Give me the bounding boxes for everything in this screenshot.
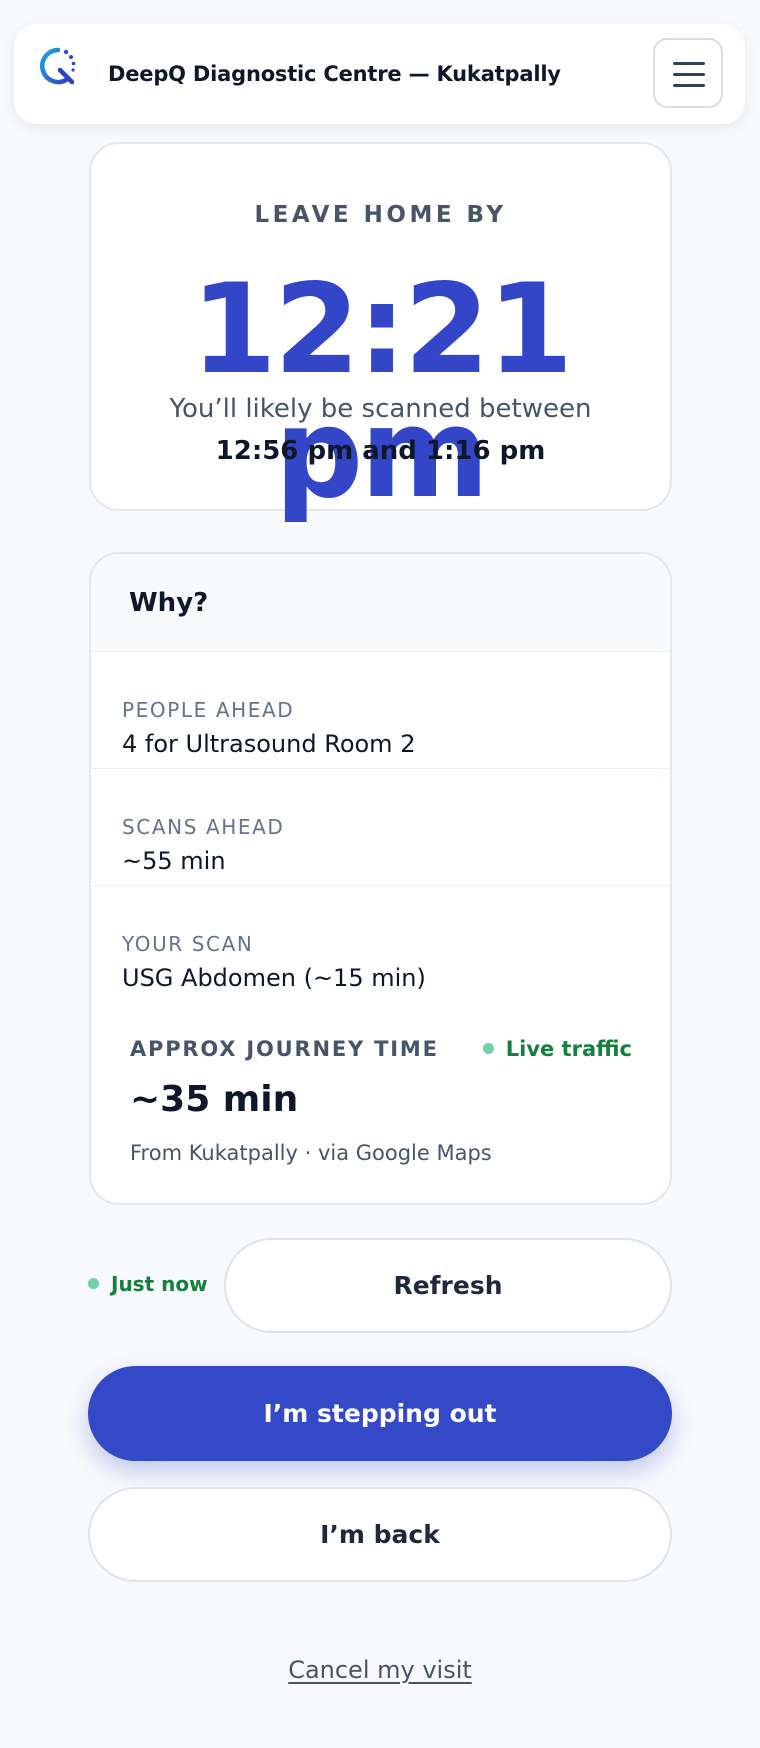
scans-ahead-label: SCANS AHEAD: [122, 815, 285, 839]
scans-ahead-value: ~55 min: [122, 847, 226, 875]
scan-window-range: 12:56 pm and 1:16 pm: [215, 436, 546, 466]
app-header: DeepQ Diagnostic Centre — Kukatpally: [14, 24, 745, 124]
clinic-title: DeepQ Diagnostic Centre — Kukatpally: [108, 62, 561, 86]
im-back-button[interactable]: I’m back: [88, 1487, 672, 1582]
last-updated-label: Just now: [111, 1272, 208, 1296]
scan-window-label: You’ll likely be scanned between: [169, 394, 592, 424]
people-ahead-row: PEOPLE AHEAD 4 for Ultrasound Room 2: [91, 652, 670, 769]
leave-time-card: LEAVE HOME BY 12:21 pm You’ll likely be …: [89, 142, 672, 516]
hamburger-menu-icon: [673, 62, 705, 65]
cancel-visit-link[interactable]: Cancel my visit: [0, 1656, 760, 1684]
live-status-dot-icon: [482, 1042, 494, 1054]
leave-home-label: LEAVE HOME BY: [254, 202, 507, 228]
journey-time-label: APPROX JOURNEY TIME: [130, 1037, 439, 1061]
last-updated-status: Just now: [88, 1272, 208, 1296]
journey-time-value: ~35 min: [130, 1079, 299, 1120]
journey-source: From Kukatpally · via Google Maps: [130, 1141, 492, 1165]
people-ahead-label: PEOPLE AHEAD: [122, 698, 295, 722]
your-scan-row: YOUR SCAN USG Abdomen (~15 min): [91, 886, 670, 1003]
your-scan-value: USG Abdomen (~15 min): [122, 964, 426, 992]
why-card: Why? PEOPLE AHEAD 4 for Ultrasound Room …: [89, 552, 672, 1205]
leave-home-time: 12:21 pm: [190, 258, 574, 526]
why-title: Why?: [91, 554, 670, 652]
scans-ahead-row: SCANS AHEAD ~55 min: [91, 769, 670, 886]
stepping-out-button[interactable]: I’m stepping out: [88, 1366, 672, 1461]
journey-section: APPROX JOURNEY TIME Live traffic ~35 min…: [91, 1003, 670, 1203]
people-ahead-value: 4 for Ultrasound Room 2: [122, 730, 416, 758]
refresh-button[interactable]: Refresh: [224, 1238, 672, 1333]
deepq-logo-icon: [40, 47, 76, 85]
live-traffic-label: Live traffic: [505, 1037, 632, 1061]
your-scan-label: YOUR SCAN: [122, 932, 254, 956]
live-traffic-badge: Live traffic: [482, 1037, 632, 1061]
menu-button[interactable]: [653, 38, 723, 108]
updated-status-dot-icon: [88, 1278, 99, 1289]
